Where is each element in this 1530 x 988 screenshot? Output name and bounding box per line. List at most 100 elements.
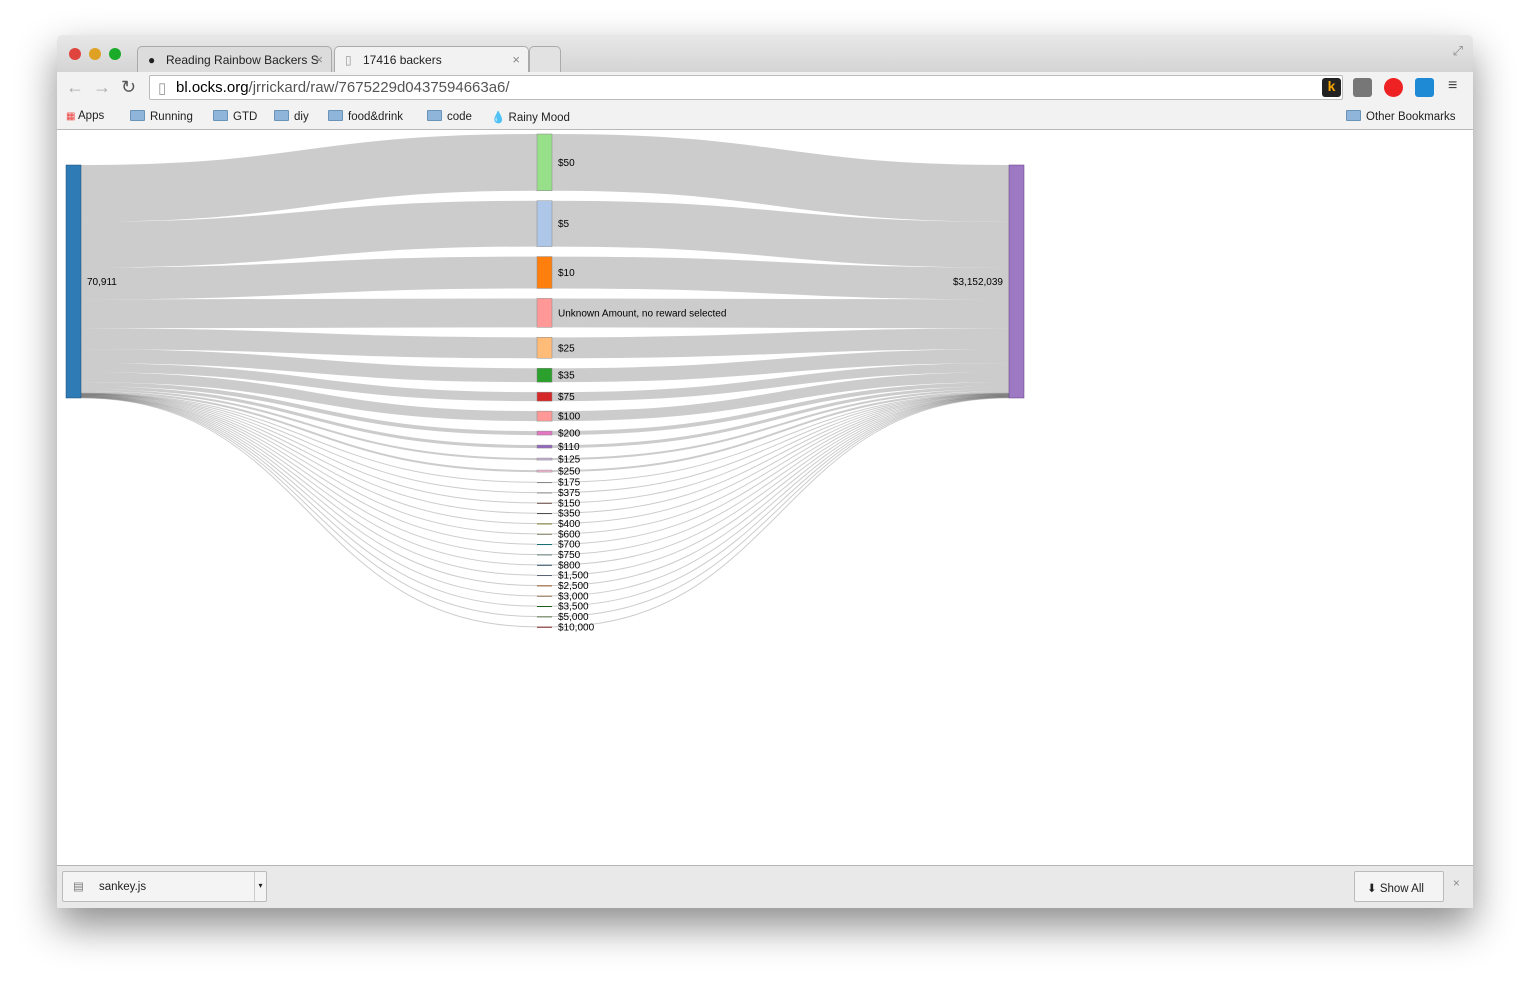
link-source-to-node[interactable] — [80, 395, 538, 576]
download-filename: sankey.js — [99, 881, 147, 893]
trello-icon[interactable] — [1415, 78, 1434, 97]
address-bar[interactable]: ▯ bl.ocks.org/jrrickard/raw/7675229d0437… — [149, 75, 1343, 100]
amount-node-label: $50 — [558, 158, 575, 169]
link-node-to-target[interactable] — [551, 395, 1010, 576]
amount-node-label: $10 — [558, 268, 575, 279]
amount-node[interactable] — [536, 444, 553, 449]
amount-node[interactable] — [536, 337, 553, 359]
url-path: /jrrickard/raw/7675229d0437594663a6/ — [248, 79, 510, 96]
close-tab-icon[interactable]: × — [315, 52, 323, 67]
back-button[interactable]: ← — [66, 77, 84, 98]
new-tab-button[interactable] — [529, 46, 561, 73]
link-source-to-node[interactable] — [80, 298, 538, 329]
link-node-to-target[interactable] — [551, 396, 1010, 607]
amount-node[interactable] — [536, 391, 553, 402]
link-node-to-target[interactable] — [551, 256, 1010, 300]
bookmark-apps[interactable]: ▦ Apps — [66, 110, 104, 122]
amount-node[interactable] — [536, 469, 553, 473]
bookmark-diy[interactable]: diy — [274, 110, 309, 123]
amount-node[interactable] — [537, 585, 552, 587]
bookmark-label: food&drink — [348, 111, 403, 123]
close-downloads-icon[interactable]: × — [1453, 878, 1460, 890]
link-node-to-target[interactable] — [551, 395, 1010, 566]
amount-node[interactable] — [537, 492, 552, 494]
amount-node[interactable] — [537, 575, 552, 577]
link-source-to-node[interactable] — [80, 396, 538, 597]
bookmarks-bar: ▦ Apps Running GTD diy food&drink code 💧… — [57, 103, 1473, 130]
amount-node-label: $10,000 — [558, 622, 595, 633]
source-node[interactable] — [65, 164, 82, 399]
amount-node-label: $100 — [558, 412, 581, 423]
amount-node[interactable] — [536, 298, 553, 328]
link-source-to-node[interactable] — [80, 396, 538, 607]
amount-node[interactable] — [537, 502, 552, 504]
amount-node[interactable] — [537, 523, 552, 525]
bookmark-label: Other Bookmarks — [1366, 111, 1456, 123]
amount-node[interactable] — [537, 564, 552, 566]
link-source-to-node[interactable] — [80, 134, 538, 222]
amount-node-label: $35 — [558, 371, 575, 382]
amount-node-label: $75 — [558, 392, 575, 403]
browser-window: ● Reading Rainbow Backers S × ▯ 17416 ba… — [57, 35, 1473, 908]
amount-node[interactable] — [536, 256, 553, 289]
zoom-window-button[interactable] — [109, 48, 121, 60]
folder-icon — [427, 110, 442, 121]
extension-k-icon[interactable]: k — [1322, 78, 1341, 97]
extension-m-icon[interactable] — [1353, 78, 1372, 97]
amount-node[interactable] — [536, 457, 553, 461]
link-source-to-node[interactable] — [80, 395, 538, 566]
amount-node[interactable] — [537, 595, 552, 597]
bookmark-code[interactable]: code — [427, 110, 472, 123]
tab-backers[interactable]: ▯ 17416 backers × — [334, 46, 529, 73]
close-tab-icon[interactable]: × — [512, 52, 520, 67]
folder-icon — [213, 110, 228, 121]
tab-bar: ● Reading Rainbow Backers S × ▯ 17416 ba… — [57, 35, 1473, 73]
bookmark-label: diy — [294, 111, 309, 123]
link-source-to-node[interactable] — [80, 256, 538, 300]
link-source-to-node[interactable] — [80, 328, 538, 359]
target-node[interactable] — [1008, 164, 1025, 399]
menu-icon[interactable]: ≡ — [1448, 77, 1457, 95]
url-host: bl.ocks.org — [176, 79, 249, 96]
show-all-button[interactable]: ⬇ Show All — [1354, 871, 1444, 902]
download-item[interactable]: ▤ sankey.js ▾ — [62, 871, 267, 902]
downloads-bar: ▤ sankey.js ▾ ⬇ Show All × — [57, 865, 1473, 908]
amount-node[interactable] — [537, 626, 552, 628]
link-node-to-target[interactable] — [551, 396, 1010, 597]
amount-node[interactable] — [537, 606, 552, 608]
bookmark-gtd[interactable]: GTD — [213, 110, 257, 123]
bookmark-other[interactable]: Other Bookmarks — [1346, 110, 1455, 123]
forward-button[interactable]: → — [93, 77, 111, 98]
amount-node[interactable] — [537, 482, 552, 484]
amount-node[interactable] — [537, 554, 552, 556]
close-window-button[interactable] — [69, 48, 81, 60]
bookmark-running[interactable]: Running — [130, 110, 193, 123]
amount-node-label: $250 — [558, 467, 581, 478]
download-menu-arrow[interactable]: ▾ — [254, 872, 266, 901]
fullscreen-icon[interactable]: ⤢ — [1453, 43, 1463, 59]
amount-node[interactable] — [536, 367, 553, 383]
bookmark-food-drink[interactable]: food&drink — [328, 110, 403, 123]
amount-node[interactable] — [537, 616, 552, 618]
bookmark-label: Apps — [78, 110, 105, 122]
link-node-to-target[interactable] — [551, 200, 1010, 268]
link-node-to-target[interactable] — [551, 328, 1010, 359]
amount-node[interactable] — [537, 533, 552, 535]
amount-node[interactable] — [537, 544, 552, 546]
reload-button[interactable]: ↻ — [121, 77, 136, 98]
tab-reading-rainbow[interactable]: ● Reading Rainbow Backers S × — [137, 46, 332, 73]
amount-node-label: $200 — [558, 429, 581, 440]
minimize-window-button[interactable] — [89, 48, 101, 60]
amount-node[interactable] — [536, 410, 553, 422]
bookmark-rainy-mood[interactable]: 💧 Rainy Mood — [491, 110, 570, 124]
extension-stop-icon[interactable] — [1384, 78, 1403, 97]
amount-node[interactable] — [536, 430, 553, 436]
page-icon: ▯ — [345, 53, 352, 67]
link-source-to-node[interactable] — [80, 200, 538, 268]
folder-icon — [328, 110, 343, 121]
amount-node[interactable] — [536, 200, 553, 247]
link-node-to-target[interactable] — [551, 134, 1010, 222]
amount-node[interactable] — [537, 513, 552, 515]
amount-node[interactable] — [536, 133, 553, 192]
target-node-label: $3,152,039 — [953, 277, 1003, 288]
